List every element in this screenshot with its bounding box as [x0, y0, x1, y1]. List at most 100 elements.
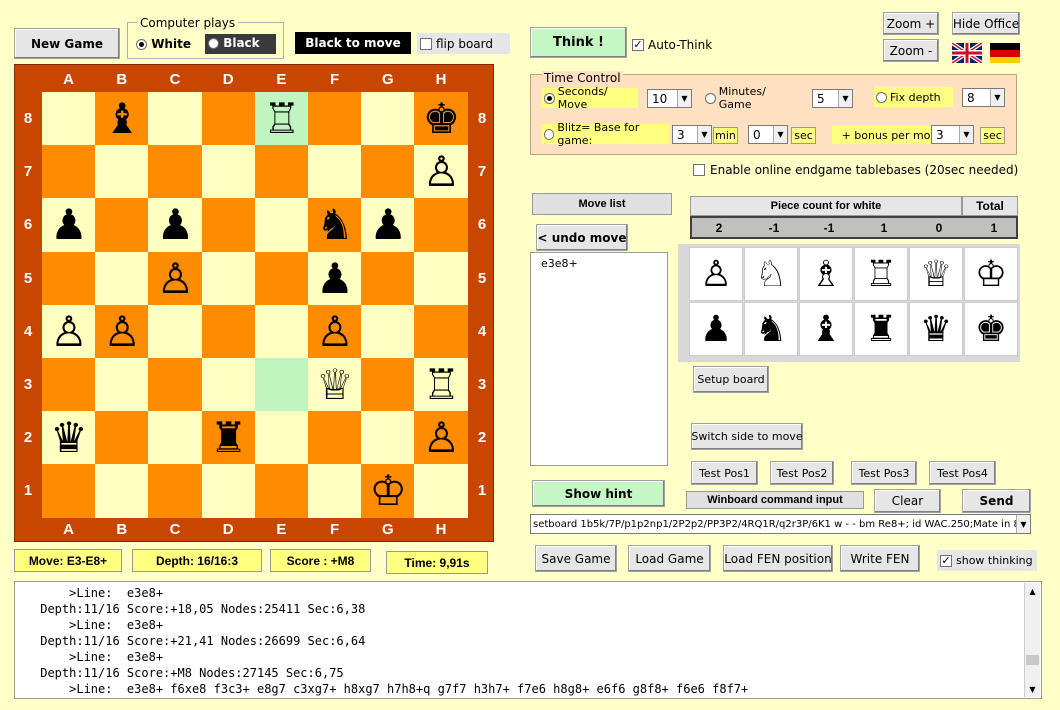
chess-piece-icon[interactable]: ♙	[423, 151, 461, 193]
square-g8[interactable]	[361, 92, 416, 146]
square-h1[interactable]	[414, 464, 469, 519]
test-pos2-button[interactable]: Test Pos2	[770, 461, 834, 485]
square-b8[interactable]: ♝	[95, 92, 150, 146]
square-h7[interactable]: ♙	[414, 145, 469, 200]
setup-board-button[interactable]: Setup board	[693, 366, 769, 393]
undo-move-button[interactable]: < undo move	[536, 224, 628, 251]
white-bishop-icon[interactable]: ♗	[799, 247, 853, 301]
black-king-icon[interactable]: ♚	[964, 302, 1018, 356]
square-a5[interactable]	[42, 251, 96, 306]
chess-piece-icon[interactable]: ♟	[157, 204, 195, 246]
square-a1[interactable]	[42, 464, 96, 519]
square-h6[interactable]	[414, 198, 469, 253]
show-thinking-checkbox[interactable]: ✓ show thinking	[937, 550, 1037, 571]
square-h2[interactable]: ♙	[414, 411, 469, 466]
square-f5[interactable]: ♟	[308, 251, 362, 306]
zoom-out-button[interactable]: Zoom -	[883, 39, 939, 62]
square-d6[interactable]	[201, 198, 256, 253]
chess-piece-icon[interactable]: ♙	[157, 257, 195, 300]
square-h4[interactable]	[414, 304, 469, 359]
square-a2[interactable]: ♛	[42, 411, 96, 466]
square-e5[interactable]	[254, 251, 309, 306]
square-b7[interactable]	[95, 145, 150, 200]
black-pawn-icon[interactable]: ♟	[689, 302, 743, 356]
square-f2[interactable]	[308, 411, 362, 466]
square-e2[interactable]	[254, 411, 309, 466]
square-c3[interactable]	[148, 358, 203, 412]
square-g3[interactable]	[361, 358, 416, 412]
square-c8[interactable]	[148, 92, 203, 146]
square-g1[interactable]: ♔	[361, 464, 416, 519]
flip-board-checkbox[interactable]: flip board	[417, 33, 510, 54]
white-pawn-icon[interactable]: ♙	[689, 247, 743, 301]
square-e3[interactable]	[254, 358, 309, 412]
scroll-down-icon[interactable]: ▼	[1025, 681, 1040, 697]
load-game-button[interactable]: Load Game	[628, 545, 711, 572]
test-pos3-button[interactable]: Test Pos3	[851, 461, 917, 485]
seconds-select[interactable]: 10 ▼	[647, 89, 692, 108]
test-pos1-button[interactable]: Test Pos1	[691, 461, 758, 485]
square-a8[interactable]	[42, 92, 96, 146]
switch-side-button[interactable]: Switch side to move	[691, 423, 803, 450]
square-e6[interactable]	[254, 198, 309, 253]
chess-piece-icon[interactable]: ♙	[316, 310, 354, 353]
chess-piece-icon[interactable]: ♕	[316, 364, 354, 406]
square-a4[interactable]: ♙	[42, 304, 96, 359]
white-rook-icon[interactable]: ♖	[854, 247, 908, 301]
bonus-select[interactable]: 3 ▼	[931, 125, 974, 144]
blitz-min-select[interactable]: 3 ▼	[672, 125, 712, 144]
square-b3[interactable]	[95, 358, 150, 412]
hide-office-button[interactable]: Hide Office	[952, 12, 1020, 35]
square-e8[interactable]: ♖	[254, 92, 309, 146]
log-scrollbar[interactable]: ▲ ▼	[1024, 583, 1040, 697]
square-a7[interactable]	[42, 145, 96, 200]
square-g4[interactable]	[361, 304, 416, 359]
chess-piece-icon[interactable]: ♖	[263, 98, 301, 140]
move-list-box[interactable]: e3e8+	[530, 252, 668, 466]
black-radio[interactable]: Black	[205, 34, 276, 54]
scroll-up-icon[interactable]: ▲	[1025, 583, 1040, 599]
white-knight-icon[interactable]: ♘	[744, 247, 798, 301]
command-input[interactable]: setboard 1b5k/7P/p1p2np1/2P2p2/PP3P2/4RQ…	[530, 514, 1031, 534]
chess-piece-icon[interactable]: ♙	[103, 310, 141, 353]
square-e4[interactable]	[254, 304, 309, 359]
depth-select[interactable]: 8 ▼	[962, 88, 1005, 107]
square-g6[interactable]: ♟	[361, 198, 416, 253]
chess-piece-icon[interactable]: ♔	[369, 470, 407, 512]
zoom-in-button[interactable]: Zoom +	[883, 12, 939, 35]
chess-piece-icon[interactable]: ♙	[50, 310, 88, 353]
thinking-log[interactable]: >Line: e3e8+ Depth:11/16 Score:+18,05 No…	[14, 581, 1042, 699]
write-fen-button[interactable]: Write FEN	[840, 545, 920, 572]
white-radio[interactable]: White	[136, 37, 191, 51]
chess-piece-icon[interactable]: ♚	[423, 98, 461, 140]
chess-piece-icon[interactable]: ♟	[50, 204, 88, 246]
square-b6[interactable]	[95, 198, 150, 253]
tablebase-checkbox[interactable]: Enable online endgame tablebases (20sec …	[693, 163, 1018, 177]
think-button[interactable]: Think !	[530, 27, 627, 58]
black-rook-icon[interactable]: ♜	[854, 302, 908, 356]
blitz-radio[interactable]: Blitz= Base for game:	[541, 121, 669, 147]
chess-piece-icon[interactable]: ♜	[210, 417, 248, 459]
white-queen-icon[interactable]: ♕	[909, 247, 963, 301]
square-b2[interactable]	[95, 411, 150, 466]
black-bishop-icon[interactable]: ♝	[799, 302, 853, 356]
square-c1[interactable]	[148, 464, 203, 519]
square-h5[interactable]	[414, 251, 469, 306]
square-g7[interactable]	[361, 145, 416, 200]
test-pos4-button[interactable]: Test Pos4	[929, 461, 996, 485]
send-button[interactable]: Send	[962, 489, 1031, 513]
square-d7[interactable]	[201, 145, 256, 200]
square-d3[interactable]	[201, 358, 256, 412]
square-f7[interactable]	[308, 145, 362, 200]
seconds-per-move-radio[interactable]: Seconds/ Move	[541, 85, 638, 111]
square-f1[interactable]	[308, 464, 362, 519]
square-c5[interactable]: ♙	[148, 251, 203, 306]
black-knight-icon[interactable]: ♞	[744, 302, 798, 356]
chess-piece-icon[interactable]: ♟	[316, 257, 354, 300]
fix-depth-radio[interactable]: Fix depth	[874, 87, 953, 107]
german-flag-icon[interactable]	[990, 43, 1020, 63]
white-king-icon[interactable]: ♔	[964, 247, 1018, 301]
chess-piece-icon[interactable]: ♝	[103, 98, 141, 140]
square-b1[interactable]	[95, 464, 150, 519]
square-c6[interactable]: ♟	[148, 198, 203, 253]
